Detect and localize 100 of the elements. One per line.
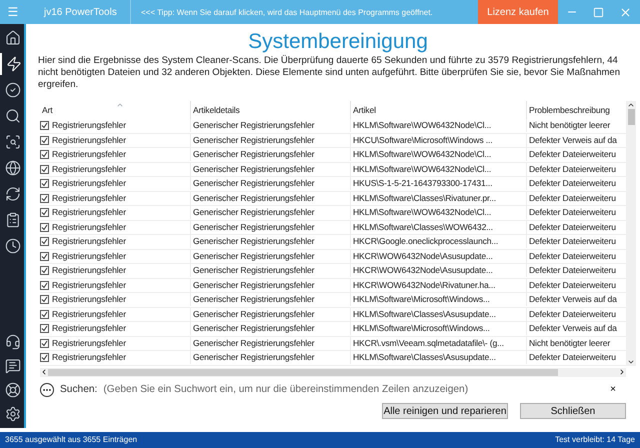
table-cell: Registrierungsfehler xyxy=(52,351,126,364)
checkbox[interactable] xyxy=(40,150,49,160)
table-cell: Registrierungsfehler xyxy=(52,336,126,350)
globe-icon xyxy=(5,160,21,176)
scroll-thumb[interactable] xyxy=(628,109,634,125)
table-cell: Registrierungsfehler xyxy=(52,206,126,220)
scroll-up-icon[interactable] xyxy=(627,101,635,109)
table-cell: Registrierungsfehler xyxy=(52,162,126,176)
table-cell: Generischer Registrierungsfehler xyxy=(190,250,350,263)
checkbox[interactable] xyxy=(40,280,49,290)
sort-icon xyxy=(116,101,124,109)
checkbox[interactable] xyxy=(40,324,49,334)
horizontal-scrollbar[interactable] xyxy=(40,368,626,376)
table-cell: HKCR\WOW6432Node\Rivatuner.ha... xyxy=(350,278,526,292)
status-trial: Test verbleibt: 14 Tage xyxy=(555,434,635,446)
table-cell: Registrierungsfehler xyxy=(52,177,126,190)
page-title: Systembereinigung xyxy=(247,29,429,55)
table-cell: HKLM\Software\Classes\WOW6432... xyxy=(350,220,526,234)
checkbox[interactable] xyxy=(40,179,49,188)
table-cell: Generischer Registrierungsfehler xyxy=(190,206,350,220)
checkbox[interactable] xyxy=(40,295,49,304)
table-cell: Generischer Registrierungsfehler xyxy=(190,322,350,336)
table-cell: Registrierungsfehler xyxy=(52,293,126,306)
refresh-icon xyxy=(5,186,21,202)
table-cell: Generischer Registrierungsfehler xyxy=(190,119,350,132)
clipboard-icon xyxy=(5,212,21,228)
table-cell: Generischer Registrierungsfehler xyxy=(190,351,350,364)
table-cell: HKLM\Software\Classes\Asusupdate... xyxy=(350,351,526,364)
table-cell: HKLM\Software\Classes\Asusupdate... xyxy=(350,308,526,321)
table-cell: Registrierungsfehler xyxy=(52,220,126,234)
clear-search-button[interactable]: × xyxy=(610,382,638,397)
checkbox[interactable] xyxy=(40,208,49,218)
table-cell: Registrierungsfehler xyxy=(52,264,126,278)
table-cell: Registrierungsfehler xyxy=(52,192,126,205)
table-cell: HKCR\WOW6432Node\Asusupdate... xyxy=(350,264,526,278)
checkbox[interactable] xyxy=(40,194,49,203)
checkbox[interactable] xyxy=(40,266,49,276)
table-cell: HKLM\Software\WOW6432Node\Cl... xyxy=(350,162,526,176)
search-label: Suchen: xyxy=(60,382,98,397)
table-cell: Generischer Registrierungsfehler xyxy=(190,278,350,292)
table-cell: Registrierungsfehler xyxy=(52,250,126,263)
table-cell: Generischer Registrierungsfehler xyxy=(190,220,350,234)
checkbox[interactable] xyxy=(40,121,49,130)
checkbox[interactable] xyxy=(40,252,49,261)
checkbox[interactable] xyxy=(40,237,49,246)
table-cell: HKLM\Software\Microsoft\Windows... xyxy=(350,322,526,336)
checkbox[interactable] xyxy=(40,222,49,232)
settings-icon xyxy=(5,406,21,422)
table-cell: HKLM\Software\Microsoft\Windows... xyxy=(350,293,526,306)
table-cell: HKCR\.vsm\Veeam.sqlmetadatafile\- (g... xyxy=(350,336,526,350)
checkbox[interactable] xyxy=(40,353,49,362)
clean-repair-button[interactable]: Alle reinigen und reparieren xyxy=(382,402,508,418)
scroll-right-icon[interactable] xyxy=(618,368,626,376)
table-cell: Registrierungsfehler xyxy=(52,235,126,248)
table-cell: Registrierungsfehler xyxy=(52,119,126,132)
home-icon xyxy=(5,30,21,46)
headset-icon xyxy=(5,334,21,350)
table-cell: Generischer Registrierungsfehler xyxy=(190,235,350,248)
table-cell: Generischer Registrierungsfehler xyxy=(190,148,350,162)
table-cell: Registrierungsfehler xyxy=(52,308,126,321)
checkbox[interactable] xyxy=(40,136,49,145)
table-cell: HKLM\Software\Classes\Rivatuner.pr... xyxy=(350,192,526,205)
status-selection: 3655 ausgewählt aus 3655 Einträgen xyxy=(5,434,138,446)
checkbox[interactable] xyxy=(40,164,49,174)
lightning-icon xyxy=(6,56,22,72)
close-button[interactable]: Schließen xyxy=(520,402,626,418)
lifebuoy-icon xyxy=(5,382,21,398)
table-cell: Generischer Registrierungsfehler xyxy=(190,192,350,205)
app-name: jv16 PowerTools xyxy=(44,6,117,20)
table-cell: Generischer Registrierungsfehler xyxy=(190,264,350,278)
table-cell: HKCU\Software\Microsoft\Windows ... xyxy=(350,134,526,147)
table-cell: Generischer Registrierungsfehler xyxy=(190,293,350,306)
scroll-thumb[interactable] xyxy=(48,368,558,376)
message-icon xyxy=(5,358,21,374)
column-header[interactable]: Art xyxy=(40,101,190,119)
table-cell: HKLM\Software\WOW6432Node\Cl... xyxy=(350,148,526,162)
vertical-scrollbar[interactable] xyxy=(626,101,636,366)
table-cell: Registrierungsfehler xyxy=(52,322,126,336)
table-cell: Generischer Registrierungsfehler xyxy=(190,134,350,147)
table-cell: HKCR\Google.oneclickprocesslaunch... xyxy=(350,235,526,248)
checkbox[interactable] xyxy=(40,338,49,348)
table-cell: HKCR\WOW6432Node\Asusupdate... xyxy=(350,250,526,263)
search-icon xyxy=(5,108,21,124)
scan-icon xyxy=(5,134,21,150)
table-cell: Generischer Registrierungsfehler xyxy=(190,162,350,176)
clock-icon xyxy=(5,238,21,254)
column-header[interactable]: Artikel xyxy=(350,101,526,119)
table-cell: Registrierungsfehler xyxy=(52,278,126,292)
table-cell: Generischer Registrierungsfehler xyxy=(190,177,350,190)
check-circle-icon xyxy=(5,82,21,98)
table-cell: Generischer Registrierungsfehler xyxy=(190,308,350,321)
table-cell: HKLM\Software\WOW6432Node\Cl... xyxy=(350,206,526,220)
description-text: Hier sind die Ergebnisse des System Cleaner-Scans. Die Überprüfung dauerte 65 Sekunden und führte zu 3579 Registrierungsfehlern, 44 nicht benötigten Dateien und 32 anderen Objekten. Diese Elemente sind unten aufgeführt. Bitte überprüfen Sie sie, bevor Sie Maßnahmen ergreifen. xyxy=(38,55,621,91)
table-cell: HKLM\Software\WOW6432Node\Cl... xyxy=(350,119,526,132)
more-icon[interactable] xyxy=(40,382,54,396)
column-header[interactable]: Artikeldetails xyxy=(190,101,350,119)
search-field[interactable]: (Geben Sie ein Suchwort ein, um nur die übereinstimmenden Zeilen anzuzeigen) xyxy=(103,382,604,398)
table-cell: Registrierungsfehler xyxy=(52,134,126,147)
checkbox[interactable] xyxy=(40,310,49,319)
scroll-left-icon[interactable] xyxy=(40,368,48,376)
